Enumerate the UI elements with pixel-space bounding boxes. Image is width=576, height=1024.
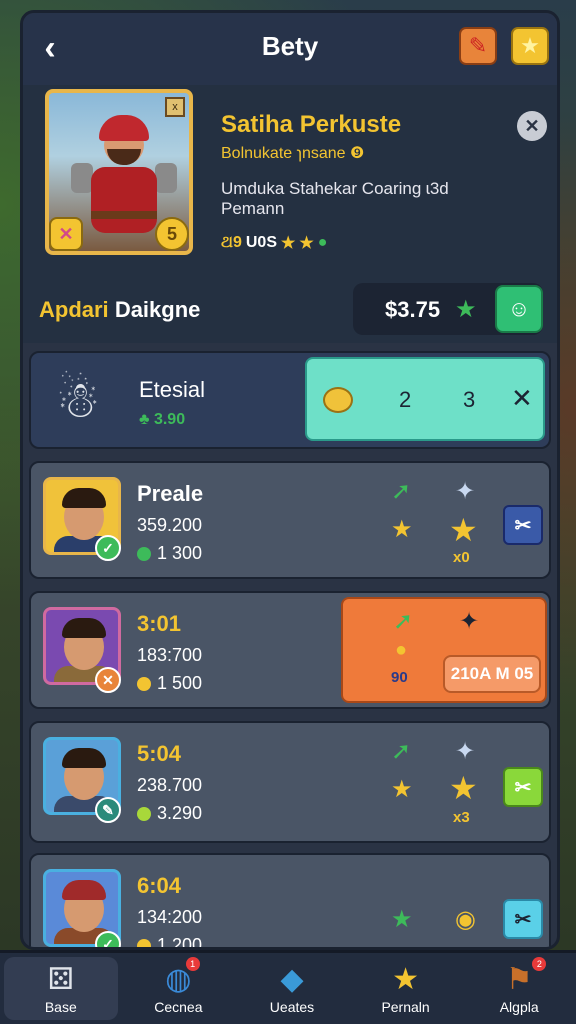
ticket-button[interactable]: ✎ (459, 27, 497, 65)
multiplier-tag: x3 (453, 809, 470, 826)
gem-icon (137, 806, 151, 821)
pin-icon: ✦ (459, 608, 480, 635)
tool-badge-icon: ✎ (95, 797, 121, 823)
star-icon: ★ (392, 962, 420, 996)
map-icon: ⚑ (505, 962, 533, 996)
coin-icon: ● (395, 639, 408, 661)
star-icon: ★ (520, 33, 540, 58)
coin-icon (323, 387, 353, 413)
cancel-badge-icon: ✕ (95, 667, 121, 693)
close-button[interactable]: ✕ (517, 111, 547, 141)
hero-stats: ଥ9 U0S ★ ★ ● (221, 233, 327, 253)
price-value: $3.75 (385, 297, 441, 322)
star-icon: ★ (449, 770, 478, 806)
nav-item-base[interactable]: ⚄ Base (4, 957, 118, 1020)
notification-badge: 1 (185, 957, 200, 971)
stat-icon-1: ଥ9 (221, 234, 242, 251)
price-box: $3.75 ★ ☺ (353, 283, 543, 335)
row-name: Etesial (139, 377, 206, 402)
dice-icon: ⚄ (47, 962, 74, 996)
hero-title: Apdari Daikgne (39, 297, 201, 322)
bottom-nav: ⚄ Base ◍ 1 Cecnea ◆ Ueates ★ Pernaln ⚑ 2… (0, 950, 576, 1024)
row-coins: 1 300 (137, 543, 202, 564)
pin-icon: ✦ (455, 738, 476, 765)
coin-icon (137, 938, 151, 947)
row-name: 3:01 (137, 611, 182, 636)
tool-icon: ✂ (514, 776, 532, 799)
ghost-icon: ☃ (55, 372, 101, 428)
row-coins: 3.290 (137, 803, 202, 824)
nav-item-pernaln[interactable]: ★ Pernaln (349, 953, 463, 1024)
star-icon: ★ (299, 235, 314, 252)
arrow-up-icon: ➚ (393, 608, 414, 635)
row-score: 359.200 (137, 515, 203, 535)
hero-subtitle: Bolnukate ɿnsane ❾ (221, 145, 365, 162)
check-badge-icon: ✓ (95, 931, 121, 947)
ticket-icon: ✎ (468, 33, 488, 58)
favorites-button[interactable]: ★ (511, 27, 549, 65)
buy-button[interactable]: ☺ (495, 285, 543, 333)
tool-icon: ✂ (514, 908, 532, 931)
hero-card: x ✕ 5 Satiha Perkuste Bolnukate ɿnsane ❾… (23, 85, 557, 343)
row-score: 238.700 (137, 775, 203, 795)
reward-count-2: 3 (463, 387, 476, 412)
reward-panel[interactable]: 2 3 ✕ (305, 357, 545, 441)
list-item[interactable]: ✓ 6:04 134:200 1.200 ★ ◉ ✂ (29, 853, 551, 947)
action-button[interactable]: ✂ (503, 767, 543, 807)
corner-icon: x (165, 97, 185, 117)
action-button[interactable]: ✂ (503, 505, 543, 545)
list-item[interactable]: ☃ Etesial ♣ 3.90 2 3 ✕ (29, 351, 551, 449)
level-badge: 5 (155, 217, 189, 251)
warrior-figure (71, 115, 177, 245)
person-icon: ☺ (507, 296, 531, 321)
gem-icon: ● (317, 234, 328, 251)
star-icon: ★ (449, 512, 478, 548)
skill-badge-icon: ✕ (49, 217, 83, 251)
row-name: Preale (137, 481, 204, 506)
nav-item-ueates[interactable]: ◆ Ueates (235, 953, 349, 1024)
list-item[interactable]: ✓ Preale 359.200 1 300 ➚ ✦ ★ ★ x0 ✂ (29, 461, 551, 579)
tool-icon: ✂ (514, 514, 532, 537)
close-icon[interactable]: ✕ (511, 383, 533, 414)
arrow-up-icon: ➚ (391, 478, 412, 505)
reward-count-1: 2 (399, 387, 412, 412)
arrow-up-icon: ➚ (391, 738, 412, 765)
star-icon: ★ (391, 776, 413, 803)
star-icon: ★ (455, 296, 477, 323)
row-score: 183:700 (137, 645, 203, 665)
top-bar: ‹ Bety ✎ ★ (23, 13, 557, 85)
hero-name: Satiha Perkuste (221, 111, 402, 138)
pin-icon: ✦ (455, 478, 476, 505)
row-coins: 1.200 (137, 935, 202, 947)
main-panel: ‹ Bety ✎ ★ x ✕ 5 Satiha Perkuste Bolnuka… (20, 10, 560, 950)
list-item[interactable]: ✕ 3:01 183:700 1 500 ➚ ✦ ● 90 210A M 05 (29, 591, 551, 709)
stat-value: U0S (245, 234, 277, 251)
row-score: 134:200 (137, 907, 203, 927)
row-stat: ♣ 3.90 (139, 411, 186, 428)
claim-button[interactable]: 210A M 05 (443, 655, 541, 693)
action-button[interactable]: ✂ (503, 899, 543, 939)
check-badge-icon: ✓ (95, 535, 121, 561)
row-coins: 1 500 (137, 673, 202, 694)
value-tag: 90 (391, 669, 408, 686)
star-icon: ★ (391, 516, 413, 543)
gem-icon: ◆ (280, 962, 304, 996)
highlight-panel[interactable]: ➚ ✦ ● 90 210A M 05 (341, 597, 547, 703)
close-icon: ✕ (524, 115, 540, 136)
star-icon: ★ (391, 906, 413, 933)
list-item[interactable]: ✎ 5:04 238.700 3.290 ➚ ✦ ★ ★ x3 ✂ (29, 721, 551, 843)
hero-description: Umduka Stahekar Coaring ɩ3d Pemann (221, 179, 449, 218)
hero-portrait[interactable]: x ✕ 5 (45, 89, 193, 255)
coin-icon: ◉ (455, 906, 476, 933)
nav-item-algpla[interactable]: ⚑ 2 Algpla (462, 953, 576, 1024)
nav-item-cecnea[interactable]: ◍ 1 Cecnea (122, 953, 236, 1024)
row-name: 6:04 (137, 873, 182, 898)
notification-badge: 2 (532, 957, 547, 971)
row-name: 5:04 (137, 741, 182, 766)
coin-icon (137, 676, 151, 691)
gem-icon (137, 546, 151, 561)
multiplier-tag: x0 (453, 549, 470, 566)
star-icon: ★ (281, 235, 296, 252)
